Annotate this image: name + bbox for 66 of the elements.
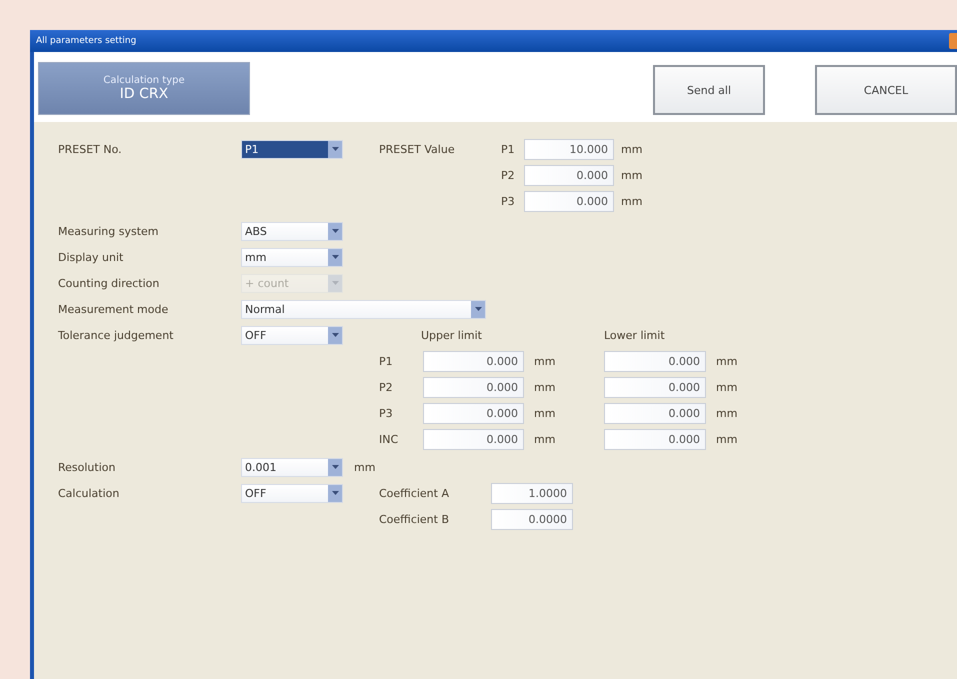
number-field[interactable]: 0.000 — [423, 428, 524, 450]
dropdown-arrow-icon — [332, 229, 338, 233]
dropdown[interactable]: mm — [241, 248, 343, 266]
dropdown[interactable]: P1 — [241, 140, 343, 158]
coefficient-label: Coefficient A — [379, 486, 450, 500]
preset-name: P3 — [501, 194, 516, 208]
dropdown[interactable]: OFF — [241, 326, 343, 344]
number-field[interactable]: 0.0000 — [491, 508, 573, 530]
field-label: Measuring system — [58, 224, 160, 238]
number-field[interactable]: 0.000 — [604, 376, 706, 398]
unit-label: mm — [716, 432, 738, 446]
field-label: Display unit — [58, 250, 124, 264]
number-field[interactable]: 0.000 — [524, 164, 614, 186]
limit-name: INC — [379, 432, 400, 446]
unit-label: mm — [716, 354, 738, 368]
preset-name: P1 — [501, 142, 516, 156]
column-header: Upper limit — [421, 328, 483, 342]
dropdown[interactable]: 0.001 — [241, 458, 343, 476]
dropdown[interactable]: ABS — [241, 222, 343, 240]
number-field[interactable]: 10.000 — [524, 138, 614, 160]
unit-label: mm — [716, 406, 738, 420]
number-field[interactable]: 0.000 — [604, 350, 706, 372]
dropdown[interactable]: Normal — [241, 300, 486, 318]
dropdown-arrow-icon — [332, 281, 338, 285]
dialog-button[interactable]: CANCEL — [815, 65, 957, 115]
number-field[interactable]: 0.000 — [423, 402, 524, 424]
unit-label: mm — [534, 406, 556, 420]
field-label: Measurement mode — [58, 302, 170, 316]
coefficient-label: Coefficient B — [379, 512, 450, 526]
preset-name: P2 — [501, 168, 516, 182]
dropdown-arrow-icon — [332, 333, 338, 337]
unit-label: mm — [716, 380, 738, 394]
unit-label: mm — [534, 380, 556, 394]
field-label: PRESET No. — [58, 142, 123, 156]
dialog-button[interactable]: Send all — [653, 65, 765, 115]
field-label: Calculation — [58, 486, 120, 500]
unit-label: mm — [621, 142, 642, 156]
dropdown-arrow-icon — [332, 491, 338, 495]
number-field[interactable]: 0.000 — [524, 190, 614, 212]
column-header: Lower limit — [604, 328, 665, 342]
unit-label: mm — [534, 432, 556, 446]
limit-name: P1 — [379, 354, 394, 368]
unit-label: mm — [354, 460, 376, 474]
field-label: Tolerance judgement — [58, 328, 174, 342]
unit-label: mm — [621, 194, 642, 208]
number-field[interactable]: 0.000 — [423, 350, 524, 372]
calculation-type-label: Calculation type — [103, 75, 185, 86]
unit-label: mm — [534, 354, 556, 368]
field-label: Resolution — [58, 460, 116, 474]
dropdown-arrow-icon — [332, 147, 338, 151]
limit-name: P2 — [379, 380, 394, 394]
field-label: Counting direction — [58, 276, 160, 290]
dropdown-arrow-icon — [332, 255, 338, 259]
window-title: All parameters setting — [36, 36, 136, 46]
calculation-type-value: ID CRX — [120, 86, 168, 102]
dropdown[interactable]: OFF — [241, 484, 343, 502]
number-field[interactable]: 0.000 — [604, 402, 706, 424]
number-field[interactable]: 0.000 — [604, 428, 706, 450]
number-field[interactable]: 1.0000 — [491, 482, 573, 504]
dropdown-arrow-icon — [332, 465, 338, 469]
number-field[interactable]: 0.000 — [423, 376, 524, 398]
limit-name: P3 — [379, 406, 394, 420]
title-button-icon[interactable] — [949, 33, 957, 49]
dropdown-arrow-icon — [474, 307, 482, 311]
field-label: PRESET Value — [379, 142, 456, 156]
unit-label: mm — [621, 168, 642, 182]
